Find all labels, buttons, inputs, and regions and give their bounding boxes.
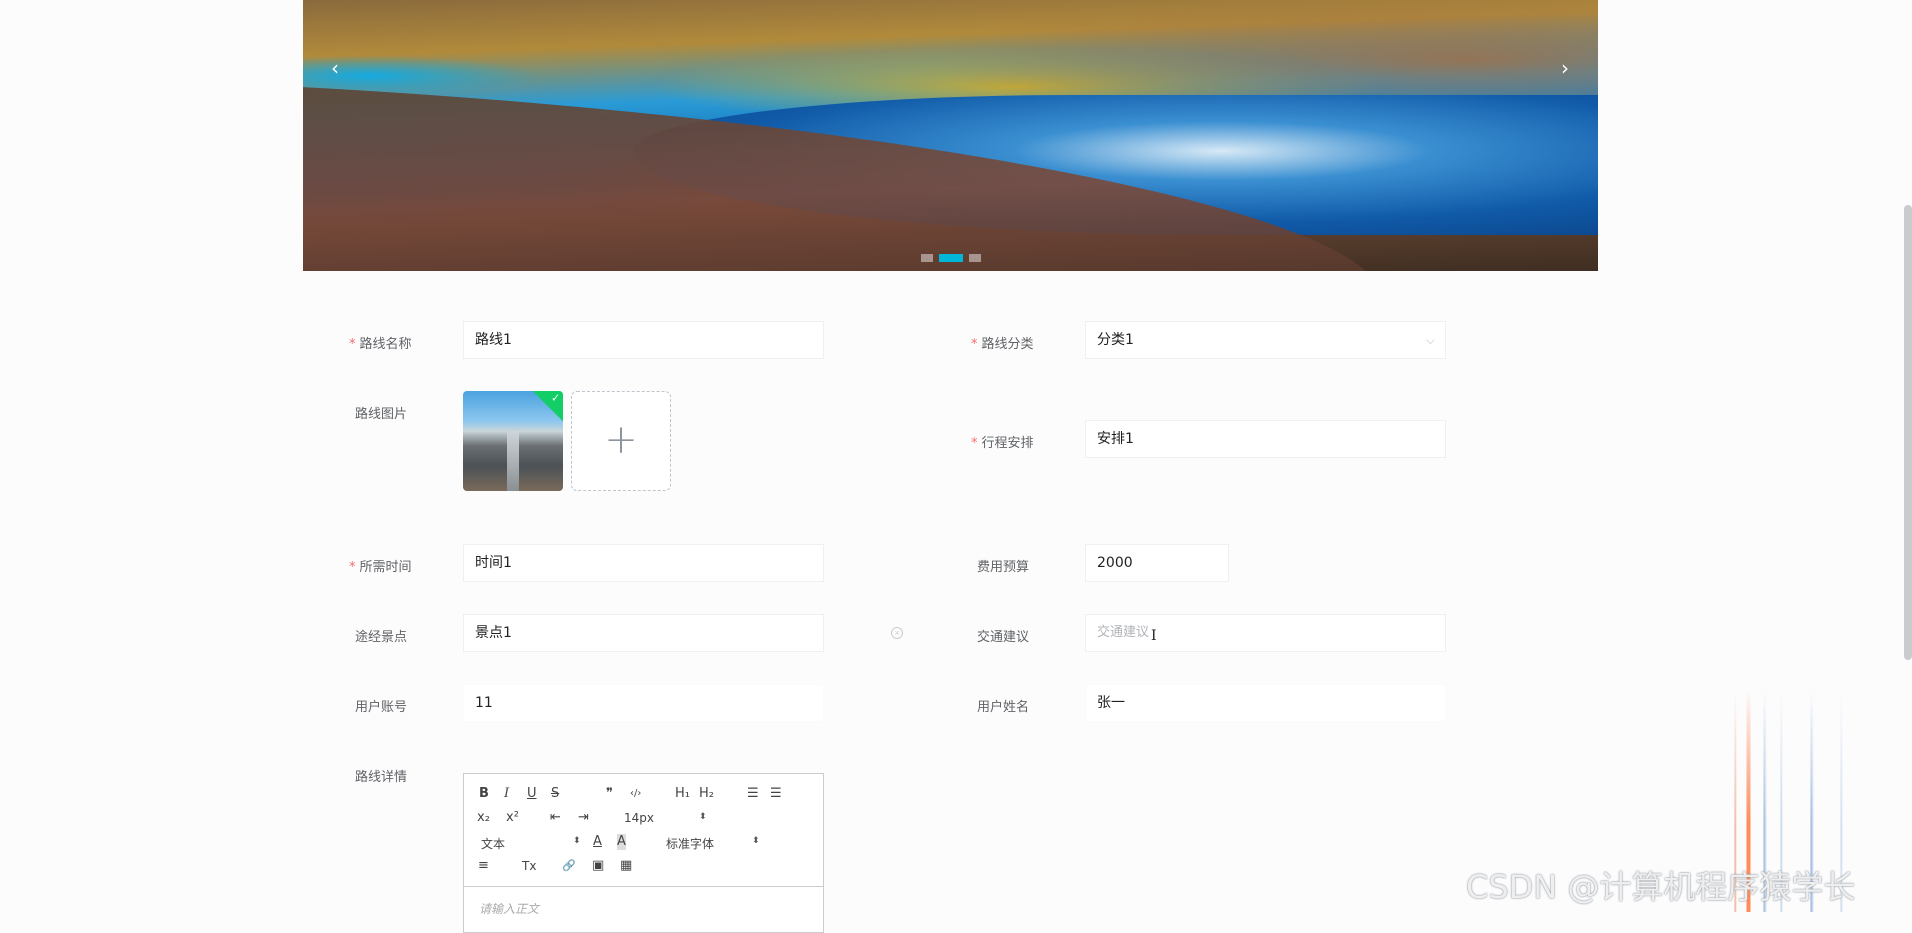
thumbnail-street <box>507 431 519 491</box>
video-icon[interactable]: ▦ <box>620 858 632 874</box>
route-category-value: 分类1 <box>1097 332 1134 348</box>
details-label: 路线详情 <box>355 770 408 785</box>
carousel-prev-icon[interactable]: ‹ <box>325 58 345 78</box>
align-left-icon[interactable]: ≡ <box>478 858 489 874</box>
editor-body[interactable]: 请输入正文 <box>479 900 539 917</box>
clean-format-icon[interactable]: Tx <box>522 858 536 874</box>
text-cursor-icon: I <box>1151 628 1157 644</box>
h2-button[interactable]: H₂ <box>699 786 714 802</box>
banner-carousel: ‹ › <box>303 0 1598 271</box>
username-label: 用户姓名 <box>977 700 1030 715</box>
chevron-down-icon: ⌵ <box>1425 333 1435 347</box>
sort-icon: ⬍ <box>573 836 581 846</box>
route-category-select[interactable]: 分类1 ⌵ <box>1085 321 1446 359</box>
carousel-next-icon[interactable]: › <box>1555 58 1575 78</box>
carousel-indicator-active[interactable] <box>938 254 963 262</box>
header-picker-value: 文本 <box>481 837 506 851</box>
size-picker[interactable]: 14px ⬍ <box>624 811 707 825</box>
duration-label: * 所需时间 <box>349 560 412 575</box>
required-mark: * <box>349 337 356 352</box>
font-color-icon[interactable]: A <box>593 834 602 850</box>
outdent-icon[interactable]: ⇤ <box>550 810 561 826</box>
duration-input[interactable]: 时间1 <box>463 544 824 582</box>
budget-input[interactable]: 2000 <box>1085 544 1229 582</box>
check-icon: ✓ <box>551 391 561 405</box>
clear-icon[interactable]: × <box>891 627 903 639</box>
sort-icon: ⬍ <box>752 836 760 846</box>
required-mark: * <box>349 560 356 575</box>
carousel-indicator[interactable] <box>968 254 981 262</box>
sort-icon: ⬍ <box>699 812 707 822</box>
transport-input[interactable]: 交通建议 <box>1085 614 1446 652</box>
watermark: CSDN @计算机程序猿学长 <box>1466 868 1856 906</box>
indent-icon[interactable]: ⇥ <box>578 810 589 826</box>
image-icon[interactable]: ▣ <box>592 858 604 874</box>
italic-button[interactable]: I <box>504 786 509 802</box>
route-category-label: * 路线分类 <box>971 337 1034 352</box>
ordered-list-icon[interactable]: ☰ <box>747 786 759 802</box>
transport-label: 交通建议 <box>977 630 1030 645</box>
underline-button[interactable]: U <box>527 786 537 802</box>
budget-label: 费用预算 <box>977 560 1030 575</box>
account-input[interactable]: 11 <box>463 684 824 722</box>
quote-icon[interactable]: ❞ <box>606 786 613 802</box>
link-icon[interactable]: 🔗 <box>562 858 576 874</box>
background-color-icon[interactable]: A <box>617 834 626 850</box>
page-scrollbar[interactable] <box>1904 205 1912 660</box>
bullet-list-icon[interactable]: ☰ <box>770 786 782 802</box>
required-mark: * <box>971 436 978 451</box>
superscript-button[interactable]: x² <box>506 810 519 826</box>
carousel-indicator[interactable] <box>920 254 933 262</box>
strike-button[interactable]: S <box>551 786 559 802</box>
route-image-label: 路线图片 <box>355 407 408 422</box>
route-name-label: * 路线名称 <box>349 337 412 352</box>
subscript-button[interactable]: x₂ <box>477 810 490 826</box>
itinerary-input[interactable]: 安排1 <box>1085 420 1446 458</box>
plus-icon: + <box>604 417 638 463</box>
username-input[interactable]: 张一 <box>1085 684 1446 722</box>
carousel-indicators <box>303 254 1598 262</box>
size-picker-value: 14px <box>624 811 654 825</box>
route-name-input[interactable]: 路线1 <box>463 321 824 359</box>
h1-button[interactable]: H₁ <box>675 786 690 802</box>
required-mark: * <box>971 337 978 352</box>
route-image-thumbnail[interactable]: ✓ <box>463 391 563 491</box>
font-picker-value: 标准字体 <box>666 837 715 851</box>
editor-toolbar: B I U S ❞ ‹/› H₁ H₂ ☰ ☰ x₂ x² ⇤ ⇥ 14px ⬍… <box>464 774 823 887</box>
font-picker[interactable]: 标准字体 ⬍ <box>666 835 766 852</box>
spots-input[interactable]: 景点1 <box>463 614 824 652</box>
itinerary-label: * 行程安排 <box>971 436 1034 451</box>
account-label: 用户账号 <box>355 700 408 715</box>
image-upload-button[interactable]: + <box>571 391 671 491</box>
upload-success-badge: ✓ <box>531 391 563 423</box>
bold-button[interactable]: B <box>479 786 489 802</box>
spots-label: 途经景点 <box>355 630 408 645</box>
header-picker[interactable]: 文本 ⬍ <box>481 835 581 852</box>
rich-text-editor: B I U S ❞ ‹/› H₁ H₂ ☰ ☰ x₂ x² ⇤ ⇥ 14px ⬍… <box>463 773 824 933</box>
code-icon[interactable]: ‹/› <box>630 786 641 802</box>
